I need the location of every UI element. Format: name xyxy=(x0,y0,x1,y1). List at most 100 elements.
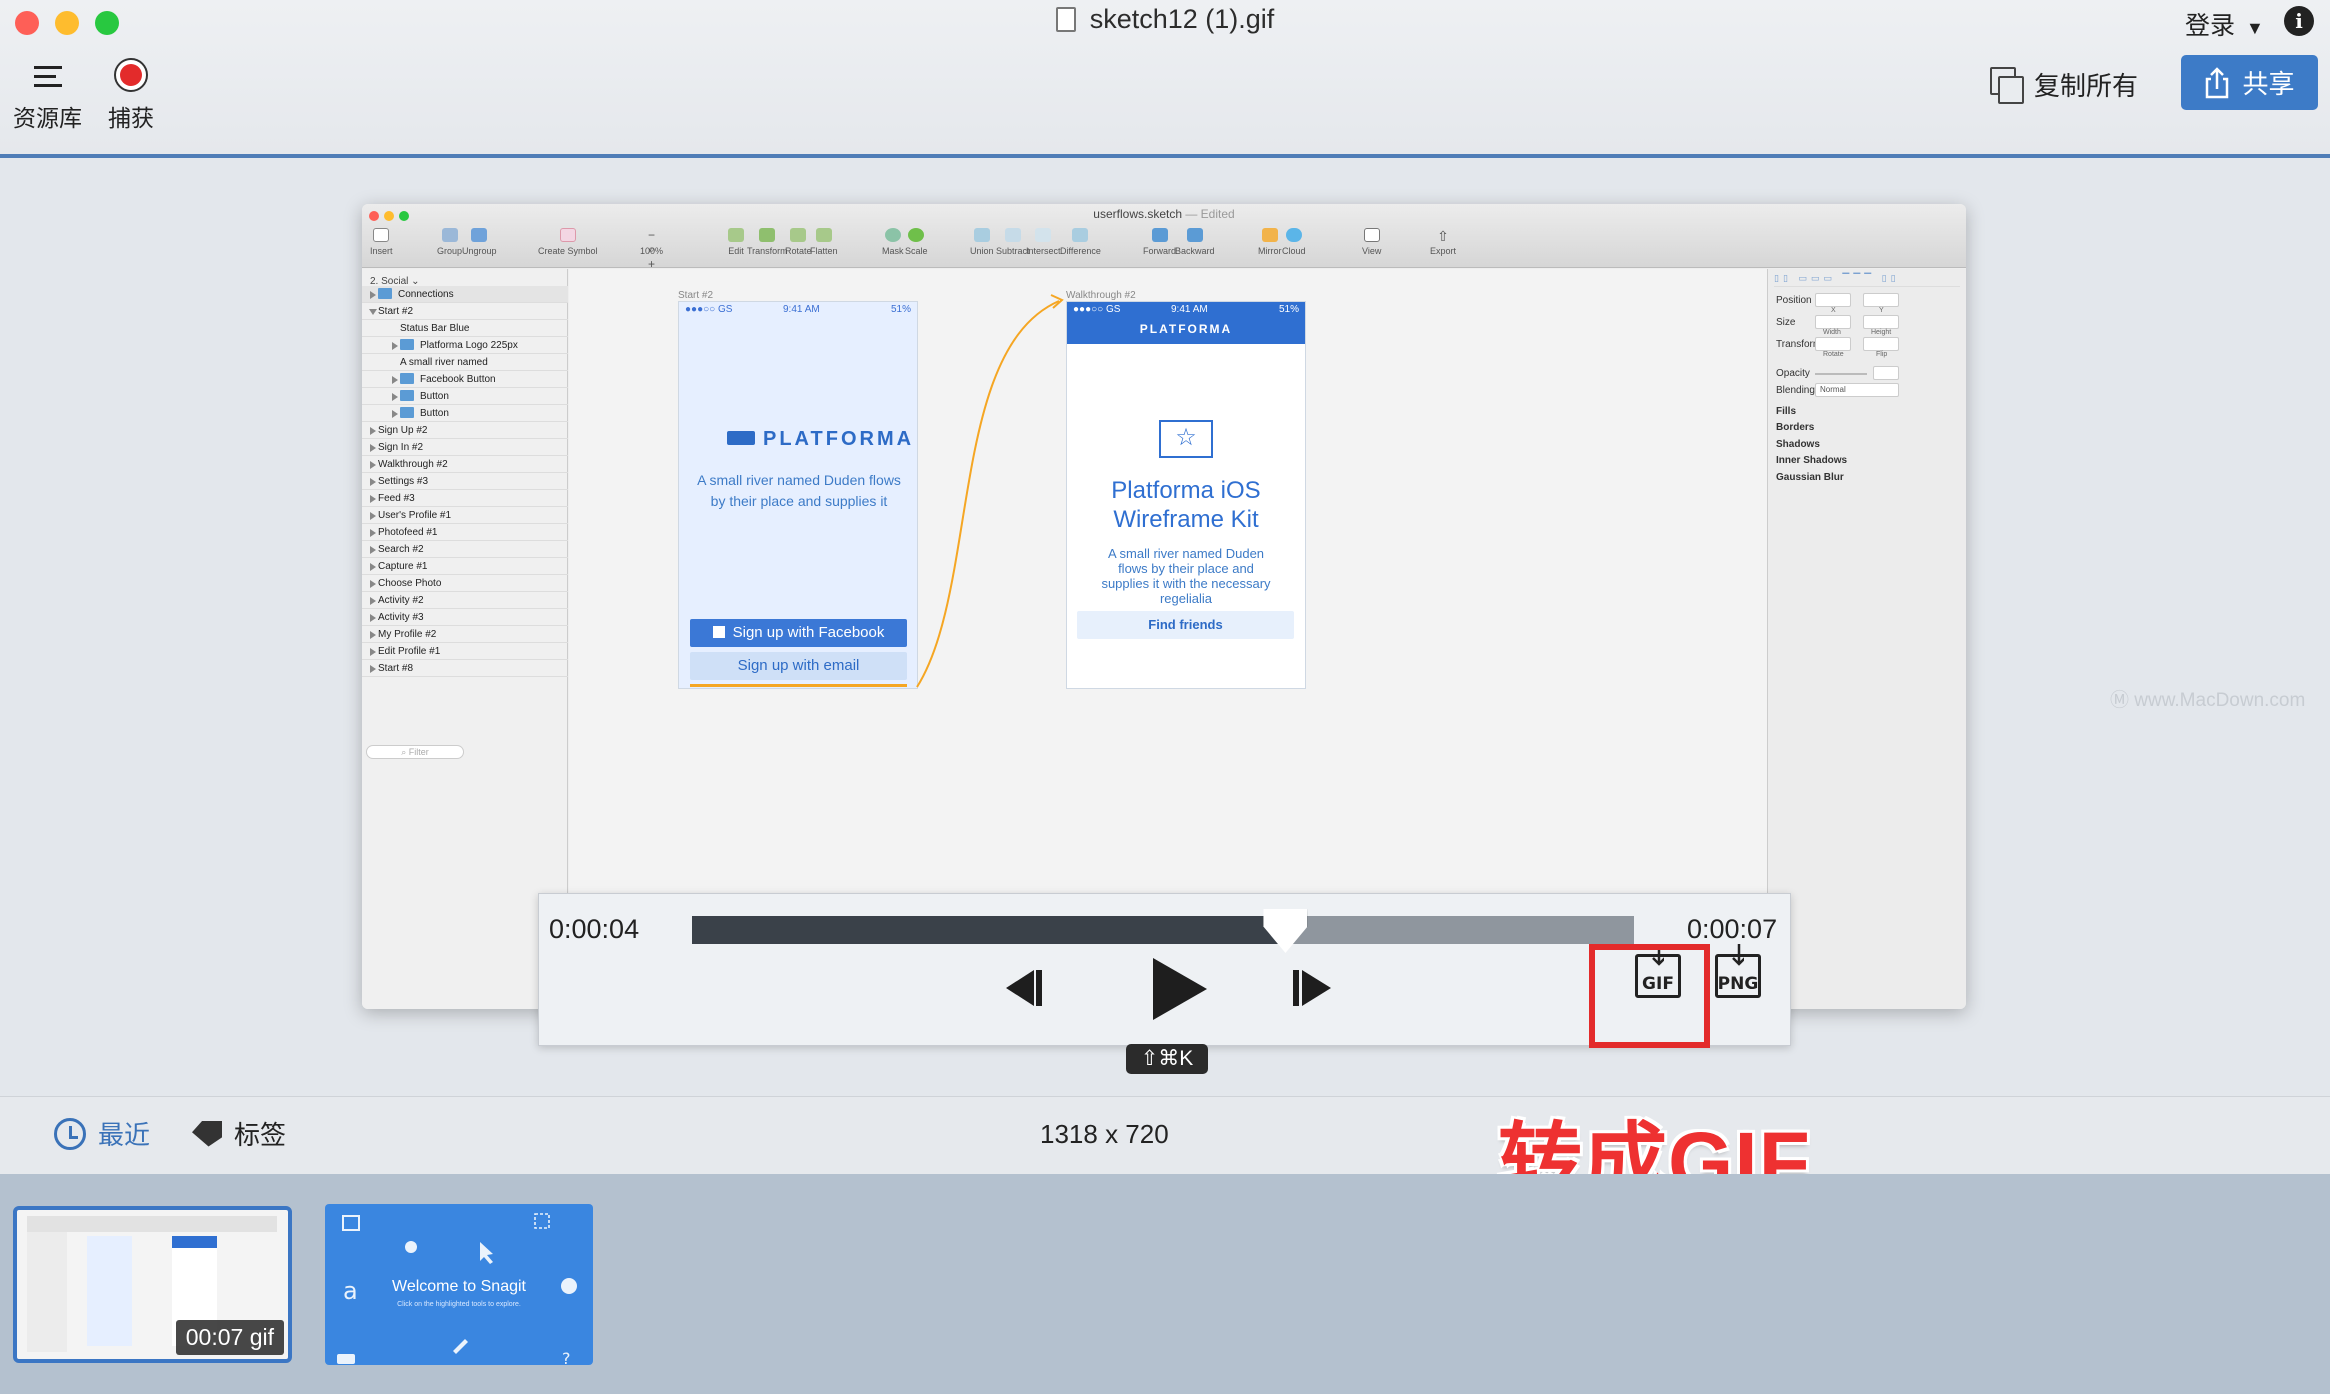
sketch-tool-label: Intersect xyxy=(1026,246,1061,256)
thumb-sidebar xyxy=(27,1232,67,1352)
layer-row: Settings #3 xyxy=(362,473,568,490)
layer-row: Activity #2 xyxy=(362,592,568,609)
layer-label: Sign In #2 xyxy=(378,442,424,453)
sketch-tool-label: Create Symbol xyxy=(538,246,598,256)
gaussian-blur-label: Gaussian Blur xyxy=(1776,472,1844,483)
layer-row: Connections xyxy=(362,286,568,303)
step-forward-button[interactable] xyxy=(1291,966,1333,1010)
library-button[interactable]: 资源库 xyxy=(13,63,82,133)
layer-row: Button xyxy=(362,388,568,405)
sketch-tool-difference: Difference xyxy=(1060,228,1101,256)
layer-row: A small river named xyxy=(362,354,568,371)
sketch-tool-zoom: − ⌕ +100% xyxy=(640,228,664,271)
layer-label: My Profile #2 xyxy=(378,629,437,640)
sketch-tool-mirror: Mirror xyxy=(1258,228,1282,256)
sketch-tool-label: Forward xyxy=(1143,246,1177,256)
sketch-tool-label: Subtract xyxy=(996,246,1030,256)
watermark: Ⓜ www.MacDown.com xyxy=(2110,690,2306,711)
share-icon xyxy=(2206,66,2229,98)
width-field xyxy=(1815,315,1851,329)
layer-label: Button xyxy=(420,408,449,419)
sketch-tool-intersect: Intersect xyxy=(1026,228,1061,256)
copy-all-label: 复制所有 xyxy=(2034,70,2139,101)
copy-icon xyxy=(1990,67,2024,104)
width-label: Width xyxy=(1823,329,1841,336)
layer-row: Sign In #2 xyxy=(362,439,568,456)
layer-label: Start #2 xyxy=(378,306,414,317)
height-field xyxy=(1863,315,1899,329)
layer-filter-input: ⌕ Filter xyxy=(366,745,464,759)
sketch-tool-mask: Mask xyxy=(882,228,904,256)
tags-label: 标签 xyxy=(234,1120,287,1150)
watermark-text: www.MacDown.com xyxy=(2134,690,2306,711)
copy-all-button[interactable]: 复制所有 xyxy=(1990,64,2138,104)
tags-button[interactable]: 标签 xyxy=(192,1115,286,1152)
layer-label: Photofeed #1 xyxy=(378,527,438,538)
info-icon[interactable]: i xyxy=(2284,6,2314,36)
layer-row: Sign Up #2 xyxy=(362,422,568,439)
inner-shadows-label: Inner Shadows xyxy=(1776,455,1848,466)
sketch-tool-label: Flatten xyxy=(810,246,838,256)
layer-label: Activity #3 xyxy=(378,612,424,623)
share-label: 共享 xyxy=(2242,69,2295,99)
sketch-tool-subtract: Subtract xyxy=(996,228,1030,256)
sketch-title: userflows.sketch — Edited xyxy=(362,207,1966,221)
playback-progress-played[interactable] xyxy=(692,916,1286,944)
download-arrow-icon xyxy=(1732,944,1744,966)
layer-row: Activity #3 xyxy=(362,609,568,626)
recent-button[interactable]: 最近 xyxy=(54,1115,150,1152)
thumb-duration-label: 00:07 gif xyxy=(175,1320,284,1355)
layer-label: Sign Up #2 xyxy=(378,425,428,436)
window-title-text: sketch12 (1).gif xyxy=(1089,4,1275,34)
login-label: 登录 xyxy=(2185,12,2236,40)
step-back-button[interactable] xyxy=(1004,966,1046,1010)
bottom-bar: 最近 标签 1318 x 720 xyxy=(0,1096,2330,1174)
rotate-field xyxy=(1815,337,1851,351)
layer-label: Connections xyxy=(398,289,454,300)
save-as-png-button[interactable]: PNG xyxy=(1713,944,1765,1002)
gif-highlight-box xyxy=(1589,944,1710,1048)
record-icon xyxy=(114,58,148,92)
share-button[interactable]: 共享 xyxy=(2181,55,2318,110)
blending-label: Blending xyxy=(1776,385,1815,396)
play-button[interactable] xyxy=(1149,956,1209,1022)
size-label: Size xyxy=(1776,317,1796,328)
login-menu[interactable]: 登录 ▼ xyxy=(2185,6,2264,42)
y-field xyxy=(1863,293,1899,307)
playback-progress-remaining[interactable] xyxy=(1285,916,1634,944)
layer-label: Facebook Button xyxy=(420,374,496,385)
sketch-tool-group: Group xyxy=(437,228,462,256)
sketch-tool-label: Scale xyxy=(905,246,928,256)
chevron-down-icon: ▼ xyxy=(2245,18,2264,38)
layer-label: Search #2 xyxy=(378,544,424,555)
disclosure-triangle-icon xyxy=(370,631,376,639)
layer-label: Platforma Logo 225px xyxy=(420,340,518,351)
layer-label: Settings #3 xyxy=(378,476,429,487)
tray-item-welcome[interactable]: a ? Welcome to Snagit Click on the highl… xyxy=(325,1204,593,1365)
x-field xyxy=(1815,293,1851,307)
disclosure-triangle-icon xyxy=(370,427,376,435)
position-label: Position xyxy=(1776,295,1812,306)
current-time: 0:00:04 xyxy=(549,914,640,944)
layer-row: My Profile #2 xyxy=(362,626,568,643)
capture-button[interactable]: 捕获 xyxy=(108,58,154,133)
disclosure-triangle-icon xyxy=(370,563,376,571)
shortcut-tooltip: ⇧⌘K xyxy=(1126,1044,1208,1074)
sketch-tool-label: Difference xyxy=(1060,246,1101,256)
disclosure-triangle-icon xyxy=(370,580,376,588)
sketch-tool-scale: Scale xyxy=(905,228,928,256)
fills-label: Fills xyxy=(1776,406,1797,417)
tray-item-gif[interactable]: 00:07 gif xyxy=(13,1206,292,1363)
layer-label: Start #8 xyxy=(378,663,414,674)
sketch-tool-label: View xyxy=(1362,246,1382,256)
capture-label: 捕获 xyxy=(108,105,154,131)
sketch-tool-view: View xyxy=(1362,228,1381,256)
title-bar: sketch12 (1).gif 资源库 捕获 登录 ▼ i 复制所有 共享 xyxy=(0,0,2330,158)
sketch-tool-flatten: Flatten xyxy=(810,228,838,256)
flow-connection-arrow xyxy=(916,294,1064,688)
folder-icon xyxy=(400,390,414,401)
sketch-tool-label: Insert xyxy=(370,246,393,256)
layer-label: Button xyxy=(420,391,449,402)
gif-file-icon xyxy=(1055,7,1076,32)
blending-value: Normal xyxy=(1820,385,1846,394)
